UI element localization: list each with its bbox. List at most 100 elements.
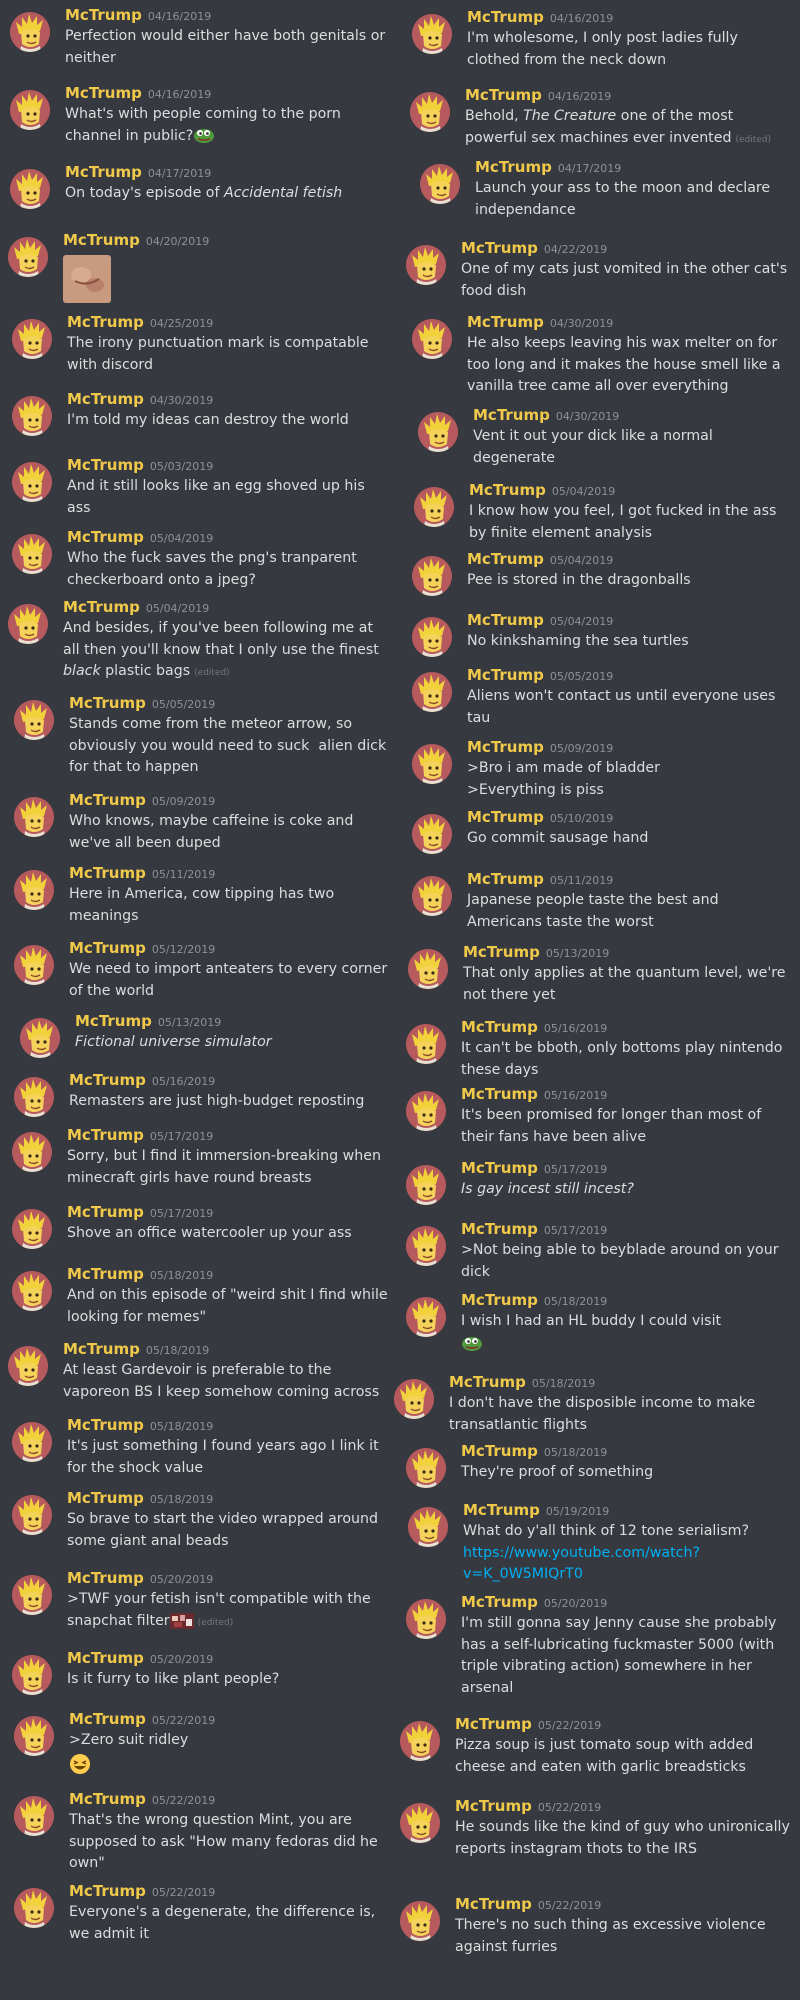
author-name[interactable]: McTrump: [473, 406, 550, 424]
avatar[interactable]: [12, 1655, 52, 1695]
author-name[interactable]: McTrump: [63, 1340, 140, 1358]
author-name[interactable]: McTrump: [65, 6, 142, 24]
avatar[interactable]: [12, 1575, 52, 1615]
avatar[interactable]: [400, 1901, 440, 1941]
author-name[interactable]: McTrump: [463, 1501, 540, 1519]
avatar[interactable]: [12, 1271, 52, 1311]
avatar[interactable]: [14, 1796, 54, 1836]
avatar[interactable]: [412, 617, 452, 657]
avatar[interactable]: [412, 14, 452, 54]
message-link[interactable]: https://www.youtube.com/watch?v=K_0W5MIQ…: [463, 1545, 700, 1583]
author-name[interactable]: McTrump: [465, 86, 542, 104]
author-name[interactable]: McTrump: [67, 1489, 144, 1507]
avatar[interactable]: [418, 412, 458, 452]
avatar[interactable]: [20, 1018, 60, 1058]
author-name[interactable]: McTrump: [67, 456, 144, 474]
author-name[interactable]: McTrump: [69, 1071, 146, 1089]
author-name[interactable]: McTrump: [461, 1085, 538, 1103]
avatar[interactable]: [12, 319, 52, 359]
author-name[interactable]: McTrump: [67, 1416, 144, 1434]
avatar[interactable]: [414, 487, 454, 527]
author-name[interactable]: McTrump: [467, 313, 544, 331]
avatar[interactable]: [406, 1297, 446, 1337]
author-name[interactable]: McTrump: [449, 1373, 526, 1391]
author-name[interactable]: McTrump: [65, 84, 142, 102]
author-name[interactable]: McTrump: [69, 864, 146, 882]
author-name[interactable]: McTrump: [461, 1593, 538, 1611]
author-name[interactable]: McTrump: [63, 598, 140, 616]
avatar[interactable]: [408, 949, 448, 989]
author-name[interactable]: McTrump: [467, 8, 544, 26]
author-name[interactable]: McTrump: [69, 1710, 146, 1728]
author-name[interactable]: McTrump: [455, 1797, 532, 1815]
author-name[interactable]: McTrump: [67, 313, 144, 331]
avatar[interactable]: [406, 245, 446, 285]
author-name[interactable]: McTrump: [67, 1126, 144, 1144]
author-name[interactable]: McTrump: [65, 163, 142, 181]
avatar[interactable]: [10, 169, 50, 209]
avatar[interactable]: [406, 1024, 446, 1064]
avatar[interactable]: [400, 1721, 440, 1761]
avatar[interactable]: [412, 814, 452, 854]
avatar[interactable]: [412, 744, 452, 784]
avatar[interactable]: [412, 672, 452, 712]
author-name[interactable]: McTrump: [461, 1291, 538, 1309]
avatar[interactable]: [412, 556, 452, 596]
author-name[interactable]: McTrump: [67, 1649, 144, 1667]
author-name[interactable]: McTrump: [461, 239, 538, 257]
author-name[interactable]: McTrump: [467, 870, 544, 888]
author-name[interactable]: McTrump: [455, 1715, 532, 1733]
avatar[interactable]: [14, 1888, 54, 1928]
avatar[interactable]: [8, 604, 48, 644]
avatar[interactable]: [12, 396, 52, 436]
author-name[interactable]: McTrump: [475, 158, 552, 176]
avatar[interactable]: [406, 1091, 446, 1131]
avatar[interactable]: [394, 1379, 434, 1419]
author-name[interactable]: McTrump: [69, 1882, 146, 1900]
avatar[interactable]: [420, 164, 460, 204]
avatar[interactable]: [10, 90, 50, 130]
author-name[interactable]: McTrump: [469, 481, 546, 499]
avatar[interactable]: [406, 1448, 446, 1488]
avatar[interactable]: [12, 1209, 52, 1249]
avatar[interactable]: [8, 1346, 48, 1386]
avatar[interactable]: [412, 876, 452, 916]
author-name[interactable]: McTrump: [461, 1159, 538, 1177]
author-name[interactable]: McTrump: [69, 939, 146, 957]
avatar[interactable]: [14, 700, 54, 740]
author-name[interactable]: McTrump: [467, 808, 544, 826]
author-name[interactable]: McTrump: [455, 1895, 532, 1913]
avatar[interactable]: [406, 1165, 446, 1205]
avatar[interactable]: [14, 1077, 54, 1117]
author-name[interactable]: McTrump: [467, 611, 544, 629]
author-name[interactable]: McTrump: [461, 1018, 538, 1036]
avatar[interactable]: [12, 534, 52, 574]
author-name[interactable]: McTrump: [63, 231, 140, 249]
avatar[interactable]: [412, 319, 452, 359]
avatar[interactable]: [406, 1599, 446, 1639]
author-name[interactable]: McTrump: [69, 791, 146, 809]
avatar[interactable]: [12, 1495, 52, 1535]
author-name[interactable]: McTrump: [467, 550, 544, 568]
author-name[interactable]: McTrump: [67, 1569, 144, 1587]
avatar[interactable]: [12, 462, 52, 502]
author-name[interactable]: McTrump: [467, 738, 544, 756]
author-name[interactable]: McTrump: [69, 694, 146, 712]
author-name[interactable]: McTrump: [67, 528, 144, 546]
avatar[interactable]: [410, 92, 450, 132]
avatar[interactable]: [14, 870, 54, 910]
avatar[interactable]: [12, 1132, 52, 1172]
author-name[interactable]: McTrump: [467, 666, 544, 684]
avatar[interactable]: [10, 12, 50, 52]
avatar[interactable]: [408, 1507, 448, 1547]
avatar[interactable]: [14, 797, 54, 837]
author-name[interactable]: McTrump: [67, 1265, 144, 1283]
author-name[interactable]: McTrump: [67, 390, 144, 408]
avatar[interactable]: [406, 1226, 446, 1266]
image-attachment[interactable]: [63, 255, 111, 303]
author-name[interactable]: McTrump: [463, 943, 540, 961]
author-name[interactable]: McTrump: [461, 1442, 538, 1460]
avatar[interactable]: [400, 1803, 440, 1843]
avatar[interactable]: [8, 237, 48, 277]
author-name[interactable]: McTrump: [461, 1220, 538, 1238]
